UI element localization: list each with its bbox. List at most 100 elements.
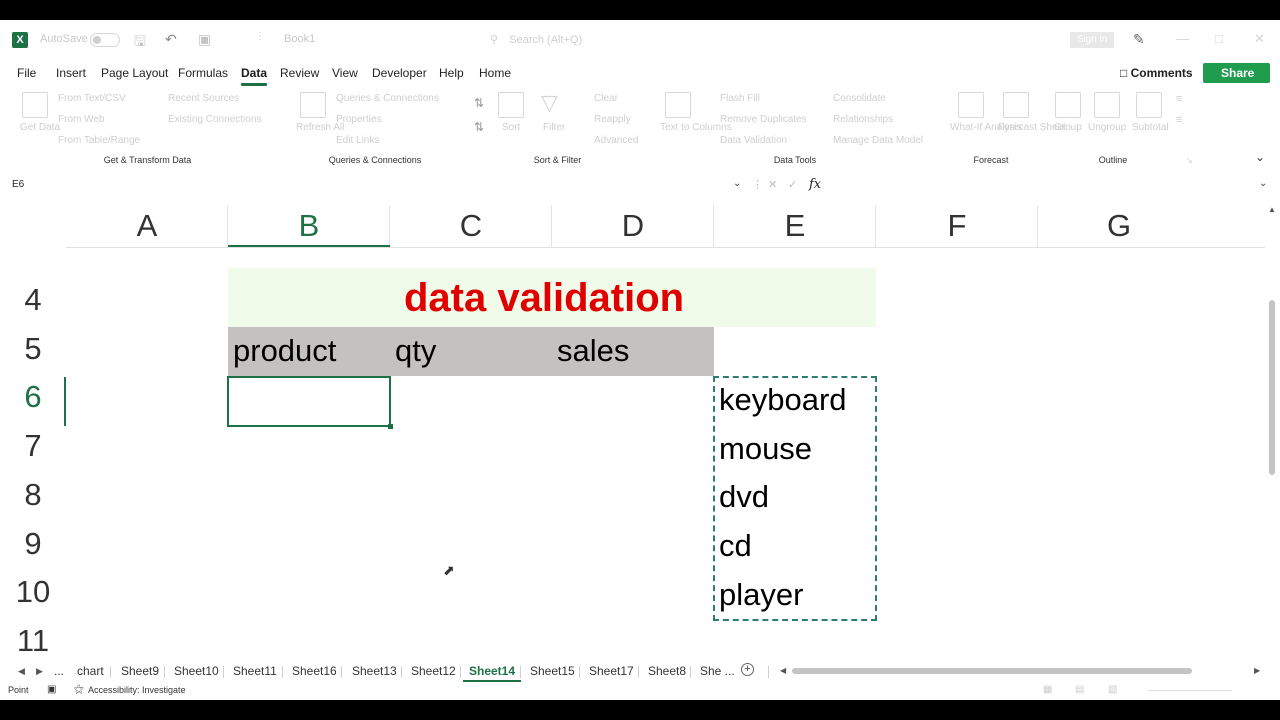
- sheet-title[interactable]: data validation: [404, 276, 684, 321]
- consolidate-button[interactable]: Consolidate: [833, 93, 886, 104]
- list-item[interactable]: cd: [719, 528, 752, 564]
- list-item[interactable]: keyboard: [719, 382, 847, 418]
- sort-ascending-icon[interactable]: ⇅: [474, 96, 484, 110]
- from-table-range-button[interactable]: From Table/Range: [58, 135, 140, 146]
- sheet-tab-sheet13[interactable]: Sheet13: [352, 664, 397, 678]
- ungroup-icon[interactable]: [1094, 92, 1120, 118]
- remove-duplicates-button[interactable]: Remove Duplicates: [720, 114, 807, 125]
- row-header-10[interactable]: 10: [0, 574, 66, 610]
- accessibility-icon[interactable]: ⚝: [74, 684, 84, 695]
- filter-icon[interactable]: ▽: [541, 90, 558, 116]
- subtotal-icon[interactable]: [1136, 92, 1162, 118]
- tab-developer[interactable]: Developer: [372, 66, 427, 80]
- collapse-ribbon-icon[interactable]: ⌄: [1255, 150, 1265, 164]
- sign-in-button[interactable]: Sign in: [1070, 32, 1114, 48]
- advanced-button[interactable]: Advanced: [594, 135, 638, 146]
- column-header-c[interactable]: C: [390, 205, 552, 247]
- header-cell-sales[interactable]: sales: [557, 333, 629, 369]
- search-box[interactable]: ⚲ Search (Alt+Q): [490, 30, 790, 50]
- data-validation-button[interactable]: Data Validation: [720, 135, 787, 146]
- accessibility-status[interactable]: Accessibility: Investigate: [88, 685, 186, 695]
- row-header-8[interactable]: 8: [0, 477, 66, 513]
- clear-button[interactable]: Clear: [594, 93, 618, 104]
- edit-links-button[interactable]: Edit Links: [336, 135, 379, 146]
- sheet-tab-sheet15[interactable]: Sheet15: [530, 664, 575, 678]
- vertical-scroll-thumb[interactable]: [1269, 300, 1275, 475]
- show-detail-icon[interactable]: ≡: [1176, 93, 1182, 105]
- filter-button[interactable]: Filter: [543, 122, 565, 133]
- sheet-tab-sheet11[interactable]: Sheet11: [233, 664, 277, 678]
- macro-record-icon[interactable]: ▣: [47, 684, 56, 695]
- get-data-icon[interactable]: [22, 92, 48, 118]
- tab-data[interactable]: Data: [241, 66, 268, 86]
- sheet-tab-sheet17[interactable]: Sheet17: [589, 664, 634, 678]
- name-box-dropdown-icon[interactable]: ⌄: [733, 178, 741, 189]
- ungroup-button[interactable]: Ungroup: [1088, 122, 1126, 133]
- header-cell-product[interactable]: product: [233, 333, 336, 369]
- sheet-tab-sheet8[interactable]: Sheet8: [648, 664, 686, 678]
- worksheet-grid[interactable]: A B C D E F G 4 5 6 7 8 9 10 11 12 data …: [0, 205, 1265, 675]
- more-sheets-icon[interactable]: ...: [54, 664, 64, 678]
- from-text-csv-button[interactable]: From Text/CSV: [58, 93, 126, 104]
- existing-connections-button[interactable]: Existing Connections: [168, 114, 261, 125]
- pen-icon[interactable]: ✎: [1133, 31, 1145, 48]
- manage-data-model-button[interactable]: Manage Data Model: [833, 135, 923, 146]
- what-if-icon[interactable]: [958, 92, 984, 118]
- row-header-5[interactable]: 5: [0, 331, 66, 367]
- column-header-g[interactable]: G: [1038, 205, 1200, 247]
- forecast-sheet-icon[interactable]: [1003, 92, 1029, 118]
- tab-view[interactable]: View: [332, 66, 358, 80]
- tab-page-layout[interactable]: Page Layout: [101, 66, 168, 80]
- tab-home[interactable]: Home: [479, 66, 511, 80]
- prev-sheet-icon[interactable]: ◀: [18, 666, 25, 677]
- get-data-button[interactable]: Get Data: [20, 122, 60, 133]
- scroll-up-icon[interactable]: ▲: [1268, 205, 1276, 214]
- group-button[interactable]: Group: [1054, 122, 1082, 133]
- formula-bar-options-icon[interactable]: ⋮: [752, 178, 763, 191]
- outline-launcher-icon[interactable]: ↘: [1186, 156, 1193, 165]
- refresh-all-icon[interactable]: [300, 92, 326, 118]
- sort-icon[interactable]: [498, 92, 524, 118]
- sheet-tab-sheet10[interactable]: Sheet10: [174, 664, 219, 678]
- row-header-11[interactable]: 11: [0, 623, 66, 659]
- add-sheet-icon[interactable]: +: [741, 663, 754, 676]
- page-layout-view-icon[interactable]: ▤: [1075, 684, 1084, 695]
- row-header-6[interactable]: 6: [0, 379, 66, 415]
- minimize-icon[interactable]: —: [1176, 31, 1189, 46]
- sort-descending-icon[interactable]: ⇅: [474, 120, 484, 134]
- vertical-scrollbar[interactable]: ▲ ▼: [1265, 205, 1280, 675]
- name-box[interactable]: E6: [12, 179, 24, 190]
- zoom-slider[interactable]: [1148, 690, 1232, 691]
- tab-help[interactable]: Help: [439, 66, 464, 80]
- sheet-tab-sheet14[interactable]: Sheet14: [462, 664, 522, 682]
- sheet-tab-sheet9[interactable]: Sheet9: [121, 664, 159, 678]
- row-header-9[interactable]: 9: [0, 526, 66, 562]
- normal-view-icon[interactable]: ▦: [1043, 684, 1052, 695]
- cancel-entry-icon[interactable]: ✕: [768, 178, 777, 191]
- sort-button[interactable]: Sort: [502, 122, 520, 133]
- recent-sources-button[interactable]: Recent Sources: [168, 93, 239, 104]
- list-item[interactable]: mouse: [719, 431, 812, 467]
- scroll-right-icon[interactable]: ▶: [1254, 666, 1260, 675]
- properties-button[interactable]: Properties: [336, 114, 382, 125]
- autosave-toggle[interactable]: [90, 33, 120, 47]
- horizontal-scroll-thumb[interactable]: [792, 668, 1192, 674]
- active-cell-b6[interactable]: [227, 376, 393, 429]
- list-item[interactable]: dvd: [719, 479, 769, 515]
- column-header-a[interactable]: A: [66, 205, 228, 247]
- tab-review[interactable]: Review: [280, 66, 319, 80]
- share-button[interactable]: Share ⌄: [1203, 63, 1270, 99]
- next-sheet-icon[interactable]: ▶: [36, 666, 43, 677]
- relationships-button[interactable]: Relationships: [833, 114, 893, 125]
- undo-icon[interactable]: ↶: [165, 31, 177, 48]
- customize-qat-icon[interactable]: ⋮: [255, 31, 265, 42]
- from-web-button[interactable]: From Web: [58, 114, 105, 125]
- sheet-tab-chart[interactable]: chart: [77, 664, 104, 678]
- maximize-icon[interactable]: □: [1215, 31, 1223, 46]
- close-icon[interactable]: ✕: [1254, 31, 1265, 47]
- column-header-d[interactable]: D: [552, 205, 714, 247]
- reapply-button[interactable]: Reapply: [594, 114, 631, 125]
- page-break-view-icon[interactable]: ▧: [1108, 684, 1117, 695]
- hide-detail-icon[interactable]: ≡: [1176, 114, 1182, 126]
- group-icon[interactable]: [1055, 92, 1081, 118]
